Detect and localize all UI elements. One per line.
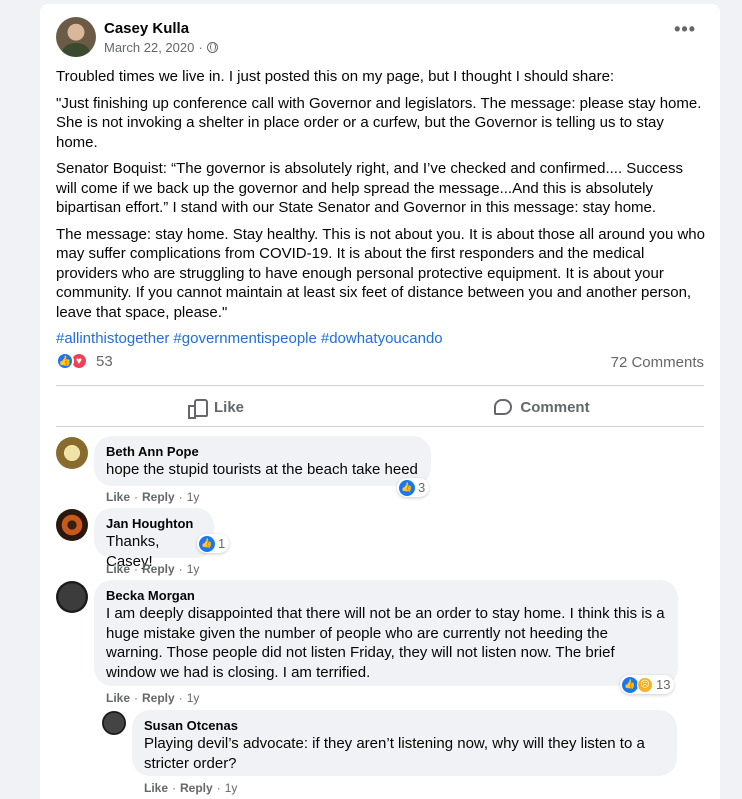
meta-separator: · xyxy=(198,40,203,55)
comment-actions: Like · Reply · 1y xyxy=(106,562,200,576)
comment-timestamp[interactable]: 1y xyxy=(187,691,200,705)
comment-reaction-count: 3 xyxy=(418,480,426,495)
commenter-avatar[interactable] xyxy=(56,581,88,613)
comment-timestamp[interactable]: 1y xyxy=(225,781,238,795)
globe-icon[interactable] xyxy=(206,42,218,53)
divider xyxy=(56,385,704,386)
like-reaction-icon: 👍 xyxy=(622,676,638,693)
commenter-avatar[interactable] xyxy=(102,711,126,735)
comment-reaction-count: 13 xyxy=(656,677,671,692)
post-meta: March 22, 2020 · xyxy=(104,40,218,55)
divider xyxy=(56,426,704,427)
comment-reply-link[interactable]: Reply xyxy=(142,490,175,504)
commenter-name[interactable]: Susan Otcenas xyxy=(144,718,665,734)
comment-reaction-badge[interactable]: 👍 ☹ 13 xyxy=(620,675,675,694)
comment-reaction-count: 1 xyxy=(218,536,226,551)
comment-actions: Like · Reply · 1y xyxy=(144,781,238,795)
comment-timestamp[interactable]: 1y xyxy=(187,490,200,504)
comment-bubble: Beth Ann Pope hope the stupid tourists a… xyxy=(94,436,431,486)
like-button-label: Like xyxy=(213,398,244,416)
like-reaction-icon: 👍 xyxy=(399,479,415,496)
comment-like-link[interactable]: Like xyxy=(144,781,168,795)
comment-reply-link[interactable]: Reply xyxy=(142,562,175,576)
commenter-name[interactable]: Becka Morgan xyxy=(106,588,666,604)
like-reaction-icon: 👍 xyxy=(199,535,215,552)
hashtag-link[interactable]: #allinthistogether xyxy=(56,329,169,349)
comment-reaction-badge[interactable]: 👍 3 xyxy=(397,478,430,497)
commenter-name[interactable]: Beth Ann Pope xyxy=(106,444,419,460)
hashtags: #allinthistogether #governmentispeople #… xyxy=(56,329,706,349)
comment-reply-link[interactable]: Reply xyxy=(142,691,175,705)
comment-like-link[interactable]: Like xyxy=(106,691,130,705)
post-paragraph: "Just finishing up conference call with … xyxy=(56,94,702,151)
reaction-count: 53 xyxy=(96,352,113,370)
comment-actions: Like · Reply · 1y xyxy=(106,490,200,504)
commenter-avatar[interactable] xyxy=(56,509,88,541)
comment-text: I am deeply disappointed that there will… xyxy=(106,605,665,681)
comment-bubble: Jan Houghton Thanks, Casey! xyxy=(94,508,214,570)
hashtag-link[interactable]: #governmentispeople xyxy=(173,329,316,349)
post-paragraph: Troubled times we live in. I just posted… xyxy=(56,68,615,85)
comment-count-link[interactable]: 72 Comments xyxy=(611,354,704,371)
post-card: Casey Kulla March 22, 2020 · ••• Trouble… xyxy=(40,4,720,799)
post-author[interactable]: Casey Kulla xyxy=(104,20,189,37)
comment-like-link[interactable]: Like xyxy=(106,490,130,504)
comment-timestamp[interactable]: 1y xyxy=(187,562,200,576)
sad-reaction-icon: ☹ xyxy=(637,676,653,693)
post-paragraph: The message: stay home. Stay healthy. Th… xyxy=(56,225,705,321)
like-button[interactable]: Like xyxy=(56,392,376,422)
commenter-avatar[interactable] xyxy=(56,437,88,469)
comment-reply-link[interactable]: Reply xyxy=(180,781,213,795)
author-avatar[interactable] xyxy=(56,17,96,57)
comment-bubble: Becka Morgan I am deeply disappointed th… xyxy=(94,580,678,686)
reply-bubble: Susan Otcenas Playing devil’s advocate: … xyxy=(132,710,677,776)
speech-bubble-icon xyxy=(494,399,513,415)
post-date[interactable]: March 22, 2020 xyxy=(104,40,194,55)
thumbs-up-icon xyxy=(187,398,208,419)
comment-button-label: Comment xyxy=(520,398,590,416)
comment-reaction-badge[interactable]: 👍 1 xyxy=(197,534,230,553)
post-paragraph: Senator Boquist: “The governor is absolu… xyxy=(56,160,683,216)
post-body: Troubled times we live in. I just posted… xyxy=(56,67,706,349)
comment-button[interactable]: Comment xyxy=(382,392,702,422)
comment-like-link[interactable]: Like xyxy=(106,562,130,576)
commenter-name[interactable]: Jan Houghton xyxy=(106,516,202,532)
hashtag-link[interactable]: #dowhatyoucando xyxy=(321,329,443,349)
more-options-button[interactable]: ••• xyxy=(674,20,696,38)
reaction-summary[interactable]: 👍 ♥ 53 xyxy=(56,352,113,370)
comment-actions: Like · Reply · 1y xyxy=(106,691,200,705)
like-reaction-icon: 👍 xyxy=(56,352,74,370)
comment-text: hope the stupid tourists at the beach ta… xyxy=(106,461,418,478)
comment-text: Playing devil’s advocate: if they aren’t… xyxy=(144,735,645,772)
